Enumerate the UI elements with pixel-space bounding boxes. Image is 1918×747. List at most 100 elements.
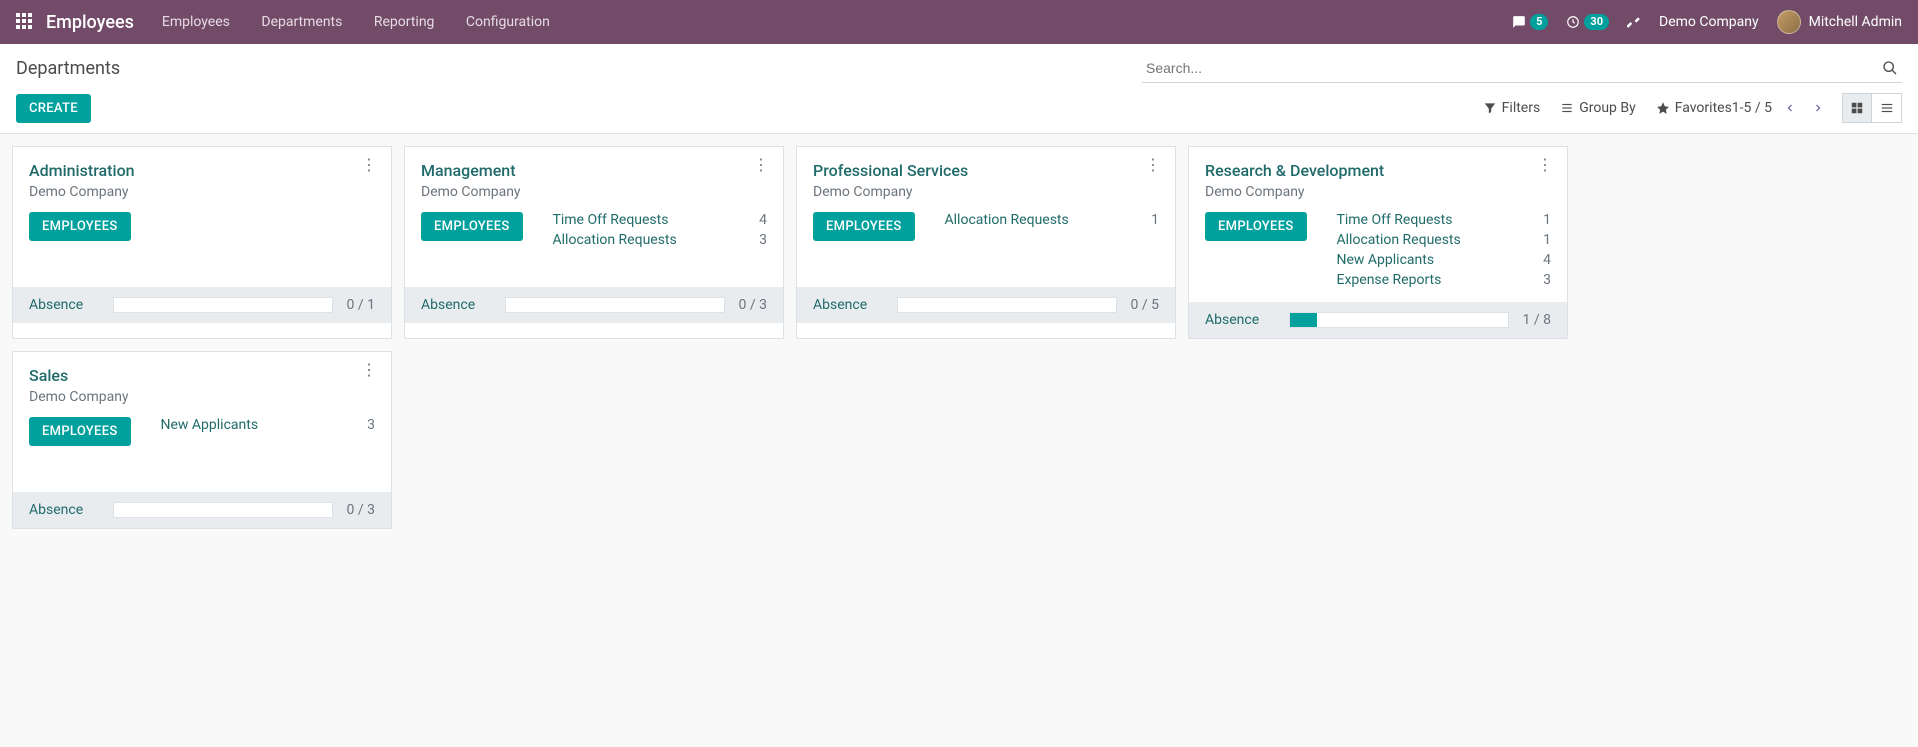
activities-tray[interactable]: 30 <box>1566 14 1609 30</box>
absence-label[interactable]: Absence <box>1205 312 1275 328</box>
card-title[interactable]: Management <box>421 161 767 180</box>
card-menu-icon[interactable]: ⋮ <box>357 157 381 173</box>
menu-configuration[interactable]: Configuration <box>466 14 550 30</box>
absence-progress <box>1289 312 1509 328</box>
kanban-icon <box>1850 101 1864 115</box>
debug-tray[interactable] <box>1627 15 1641 29</box>
absence-progress <box>113 297 333 313</box>
card-menu-icon[interactable]: ⋮ <box>1533 157 1557 173</box>
card-link-count: 3 <box>367 417 375 433</box>
create-button[interactable]: CREATE <box>16 94 91 123</box>
search-bar[interactable] <box>1142 54 1902 83</box>
card-footer: Absence 0 / 3 <box>13 492 391 528</box>
card-company: Demo Company <box>1205 184 1551 200</box>
card-link-count: 1 <box>1543 212 1551 228</box>
card-link[interactable]: Allocation Requests3 <box>553 232 767 248</box>
user-menu[interactable]: Mitchell Admin <box>1777 10 1902 34</box>
star-icon <box>1656 101 1670 115</box>
card-link-label: Allocation Requests <box>945 212 1069 228</box>
filters-menu[interactable]: Filters <box>1483 100 1541 116</box>
filter-icon <box>1483 101 1497 115</box>
card-title[interactable]: Administration <box>29 161 375 180</box>
employees-button[interactable]: EMPLOYEES <box>813 212 915 241</box>
menu-employees[interactable]: Employees <box>162 14 230 30</box>
list-view-icon <box>1880 101 1894 115</box>
menu-departments[interactable]: Departments <box>261 14 342 30</box>
avatar-icon <box>1777 10 1801 34</box>
department-card[interactable]: ⋮Sales Demo Company EMPLOYEES New Applicant… <box>12 351 392 529</box>
systray: 5 30 Demo Company Mitchell Admin <box>1512 10 1902 34</box>
card-company: Demo Company <box>421 184 767 200</box>
absence-ratio: 1 / 8 <box>1523 312 1551 328</box>
company-switcher[interactable]: Demo Company <box>1659 14 1759 30</box>
app-brand[interactable]: Employees <box>46 12 134 33</box>
employees-button[interactable]: EMPLOYEES <box>29 212 131 241</box>
department-card[interactable]: ⋮Management Demo Company EMPLOYEES Time Off… <box>404 146 784 339</box>
card-title[interactable]: Professional Services <box>813 161 1159 180</box>
pager-prev[interactable] <box>1780 98 1800 118</box>
card-link[interactable]: Time Off Requests1 <box>1337 212 1551 228</box>
wrench-icon <box>1627 15 1641 29</box>
employees-button[interactable]: EMPLOYEES <box>421 212 523 241</box>
favorites-menu[interactable]: Favorites <box>1656 100 1732 116</box>
card-link[interactable]: New Applicants3 <box>161 417 375 433</box>
list-icon <box>1560 101 1574 115</box>
card-link-label: Expense Reports <box>1337 272 1442 288</box>
absence-progress <box>897 297 1117 313</box>
card-menu-icon[interactable]: ⋮ <box>1141 157 1165 173</box>
groupby-menu[interactable]: Group By <box>1560 100 1636 116</box>
card-link-label: Allocation Requests <box>553 232 677 248</box>
breadcrumb: Departments <box>16 58 1142 79</box>
employees-button[interactable]: EMPLOYEES <box>29 417 131 446</box>
absence-ratio: 0 / 3 <box>347 502 375 518</box>
control-panel: Departments CREATE Filters Group By Favo… <box>0 44 1918 134</box>
department-card[interactable]: ⋮Professional Services Demo Company EMPLOY… <box>796 146 1176 339</box>
department-card[interactable]: ⋮Administration Demo Company EMPLOYEES Abse… <box>12 146 392 339</box>
activities-badge: 30 <box>1584 14 1609 30</box>
card-footer: Absence0 / 5 <box>797 287 1175 323</box>
chevron-left-icon <box>1784 102 1796 114</box>
kanban-view-button[interactable] <box>1842 93 1872 123</box>
top-navbar: Employees Employees Departments Reportin… <box>0 0 1918 44</box>
card-company: Demo Company <box>813 184 1159 200</box>
card-footer: Absence0 / 1 <box>13 287 391 323</box>
search-icon[interactable] <box>1878 56 1902 80</box>
card-body: ⋮Administration Demo Company EMPLOYEES <box>13 147 391 287</box>
card-link[interactable]: New Applicants4 <box>1337 252 1551 268</box>
department-card[interactable]: ⋮Research & Development Demo Company EMPLO… <box>1188 146 1568 339</box>
card-link-count: 4 <box>759 212 767 228</box>
user-name: Mitchell Admin <box>1809 14 1902 30</box>
list-view-button[interactable] <box>1872 93 1902 123</box>
card-menu-icon[interactable]: ⋮ <box>357 362 381 378</box>
pager: 1-5 / 5 <box>1732 98 1828 118</box>
pager-next[interactable] <box>1808 98 1828 118</box>
card-title[interactable]: Research & Development <box>1205 161 1551 180</box>
absence-label[interactable]: Absence <box>813 297 883 313</box>
menu-reporting[interactable]: Reporting <box>374 14 435 30</box>
view-switcher <box>1842 93 1902 123</box>
card-link[interactable]: Time Off Requests 4 <box>553 212 767 228</box>
card-body: ⋮Professional Services Demo Company EMPLOY… <box>797 147 1175 287</box>
card-body: ⋮Management Demo Company EMPLOYEES Time Off… <box>405 147 783 287</box>
absence-progress <box>505 297 725 313</box>
card-link-label: Time Off Requests <box>553 212 669 228</box>
card-link[interactable]: Allocation Requests1 <box>1337 232 1551 248</box>
apps-menu-icon[interactable] <box>16 13 34 31</box>
card-title[interactable]: Sales <box>29 366 375 385</box>
card-company: Demo Company <box>29 184 375 200</box>
search-input[interactable] <box>1142 54 1878 82</box>
messages-tray[interactable]: 5 <box>1512 14 1548 30</box>
card-menu-icon[interactable]: ⋮ <box>749 157 773 173</box>
card-body: ⋮Research & Development Demo Company EMPLO… <box>1189 147 1567 302</box>
kanban-container: ⋮AdministrationDemo CompanyEMPLOYEESAbse… <box>0 134 1918 541</box>
absence-progress-fill <box>1290 313 1317 327</box>
card-link[interactable]: Expense Reports3 <box>1337 272 1551 288</box>
card-company: Demo Company <box>29 389 375 405</box>
pager-value[interactable]: 1-5 / 5 <box>1732 100 1772 116</box>
card-footer: Absence0 / 3 <box>405 287 783 323</box>
absence-label[interactable]: Absence <box>29 297 99 313</box>
employees-button[interactable]: EMPLOYEES <box>1205 212 1307 241</box>
card-link[interactable]: Allocation Requests1 <box>945 212 1159 228</box>
absence-label[interactable]: Absence <box>29 502 99 518</box>
absence-label[interactable]: Absence <box>421 297 491 313</box>
